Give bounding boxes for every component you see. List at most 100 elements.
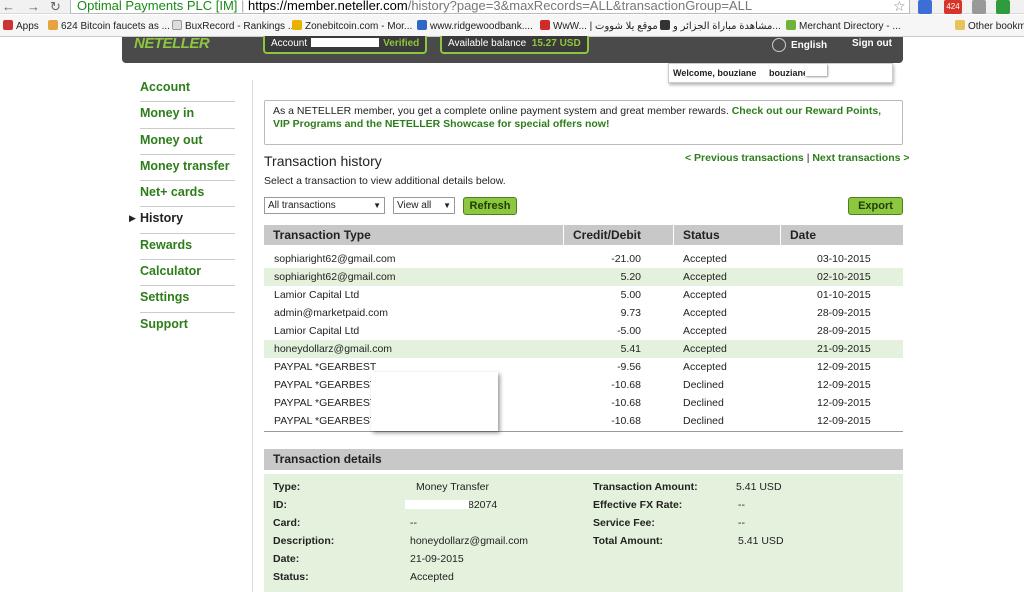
browser-toolbar: ← → ↻ Optimal Payments PLC [IM] | https:… xyxy=(0,0,1024,14)
next-transactions-link[interactable]: Next transactions > xyxy=(812,152,909,164)
account-label: Account xyxy=(271,38,308,49)
sidebar-item-money-in[interactable]: Money in xyxy=(140,102,235,129)
detail-total-value: 5.41 USD xyxy=(738,535,784,547)
detail-type-value: Money Transfer xyxy=(416,481,489,493)
bookmark-item[interactable]: Zonebitcoin.com - Mor... xyxy=(292,20,412,32)
refresh-button[interactable]: Refresh xyxy=(463,197,517,215)
bookmark-apps[interactable]: Apps xyxy=(3,20,39,32)
welcome-box: Welcome, bouziane bouzianei xyxy=(668,63,893,83)
detail-id-value: 82074 xyxy=(468,499,498,511)
cell-status: Accepted xyxy=(683,253,727,265)
table-row[interactable]: admin@marketpaid.com 9.73 Accepted 28-09-20… xyxy=(264,304,903,322)
cell-date: 21-09-2015 xyxy=(817,343,871,355)
column-credit-debit[interactable]: Credit/Debit xyxy=(564,225,674,245)
transaction-type-select[interactable]: All transactions ▼ xyxy=(264,197,385,214)
cell-date: 12-09-2015 xyxy=(817,361,871,373)
pager-separator: | xyxy=(806,152,810,164)
extension-icon-2[interactable] xyxy=(972,0,986,14)
table-row[interactable]: PAYPAL *GEARBEST -9.56 Accepted 12-09-2015 xyxy=(264,358,903,376)
detail-amount-value: 5.41 USD xyxy=(736,481,782,493)
sidebar-nav: Account Money in Money out Money transfe… xyxy=(129,76,235,339)
id-redacted xyxy=(405,500,469,509)
details-title: Transaction details xyxy=(264,449,903,470)
youtube-icon xyxy=(540,20,550,30)
table-row[interactable]: sophiaright62@gmail.com -21.00 Accepted 03-… xyxy=(264,250,903,268)
cell-date: 01-10-2015 xyxy=(817,289,871,301)
verified-badge: Verified xyxy=(383,38,420,49)
neteller-logo[interactable]: NETELLER xyxy=(134,35,210,52)
sidebar-item-settings[interactable]: Settings xyxy=(140,286,235,313)
cell-status: Accepted xyxy=(683,271,727,283)
globe-icon xyxy=(772,38,786,52)
other-bookmarks[interactable]: Other bookmarks xyxy=(955,20,1024,32)
detail-total-label: Total Amount: xyxy=(593,535,663,547)
table-row[interactable]: PAYPAL *GEARBEST -10.68 Declined 12-09-2015 xyxy=(264,394,903,412)
account-pill: Account Verified xyxy=(263,36,428,54)
extension-icon[interactable] xyxy=(918,0,932,14)
bookmark-item[interactable]: مشاهدة مباراة الجزائر و... xyxy=(660,20,781,32)
cell-status: Accepted xyxy=(683,325,727,337)
address-bar[interactable]: Optimal Payments PLC [IM] | https://memb… xyxy=(70,0,910,14)
export-button[interactable]: Export xyxy=(848,197,903,215)
detail-description-label: Description: xyxy=(273,535,335,547)
cell-status: Declined xyxy=(683,379,724,391)
cell-date: 28-09-2015 xyxy=(817,307,871,319)
cell-transaction-type: Lamior Capital Ltd xyxy=(274,325,360,337)
sidebar-item-account[interactable]: Account xyxy=(140,76,235,103)
active-arrow-icon: ▶ xyxy=(129,213,136,224)
bookmark-item[interactable]: BuxRecord - Rankings ... xyxy=(172,20,296,32)
apps-icon xyxy=(3,20,13,30)
sidebar-item-net-plus-cards[interactable]: Net+ cards xyxy=(140,181,235,208)
cell-credit-debit: 9.73 xyxy=(620,307,641,319)
language-selector[interactable]: English xyxy=(772,38,827,52)
cell-date: 12-09-2015 xyxy=(817,397,871,409)
table-row[interactable]: PAYPAL *GEARBEST -10.68 Declined 12-09-2015 xyxy=(264,376,903,394)
detail-fee-label: Service Fee: xyxy=(593,517,655,529)
previous-transactions-link[interactable]: < Previous transactions xyxy=(685,152,804,164)
bookmark-favicon-icon xyxy=(786,20,796,30)
table-bottom-border xyxy=(264,431,903,432)
table-row[interactable]: honeydollarz@gmail.com 5.41 Accepted 21-09-… xyxy=(264,340,903,358)
detail-status-label: Status: xyxy=(273,571,309,583)
cell-transaction-type: admin@marketpaid.com xyxy=(274,307,388,319)
sidebar-item-history[interactable]: ▶ History xyxy=(129,207,235,234)
sidebar-item-money-out[interactable]: Money out xyxy=(140,129,235,155)
bookmark-item[interactable]: WwW... | موقع يلا شووت xyxy=(540,20,658,32)
transaction-details-panel xyxy=(264,474,903,592)
bookmark-item[interactable]: Merchant Directory - ... xyxy=(786,20,901,32)
column-transaction-type[interactable]: Transaction Type xyxy=(264,225,564,245)
column-date[interactable]: Date xyxy=(781,225,903,245)
table-row[interactable]: Lamior Capital Ltd 5.00 Accepted 01-10-2015 xyxy=(264,286,903,304)
detail-amount-label: Transaction Amount: xyxy=(593,481,698,493)
bookmark-item[interactable]: 624 Bitcoin faucets as ... xyxy=(48,20,170,32)
table-row[interactable]: sophiaright62@gmail.com 5.20 Accepted 02-10… xyxy=(264,268,903,286)
sidebar-item-calculator[interactable]: Calculator xyxy=(140,260,235,287)
view-select[interactable]: View all ▼ xyxy=(393,197,455,214)
reload-icon[interactable]: ↻ xyxy=(50,0,61,15)
bookmark-favicon-icon xyxy=(292,20,302,30)
transaction-table-body: sophiaright62@gmail.com -21.00 Accepted 03-… xyxy=(264,250,903,430)
table-row[interactable]: PAYPAL *GEARBEST -10.68 Declined 12-09-2015 xyxy=(264,412,903,430)
back-icon[interactable]: ← xyxy=(2,0,15,14)
sidebar-item-support[interactable]: Support xyxy=(140,313,235,339)
extension-icon-3[interactable] xyxy=(996,0,1010,14)
bookmark-star-icon[interactable]: ☆ xyxy=(893,0,906,15)
sign-out-link[interactable]: Sign out xyxy=(852,38,892,49)
redacted-box xyxy=(805,64,827,76)
sidebar-item-rewards[interactable]: Rewards xyxy=(140,234,235,261)
extension-badge-icon[interactable]: 424 xyxy=(944,0,962,14)
forward-icon[interactable]: → xyxy=(27,0,40,14)
cell-credit-debit: -21.00 xyxy=(611,253,641,265)
cell-date: 12-09-2015 xyxy=(817,415,871,427)
detail-fx-label: Effective FX Rate: xyxy=(593,499,683,511)
bookmark-item[interactable]: www.ridgewoodbank.... xyxy=(417,20,533,32)
detail-date-label: Date: xyxy=(273,553,300,565)
column-status[interactable]: Status xyxy=(674,225,781,245)
cell-transaction-type: Lamior Capital Ltd xyxy=(274,289,360,301)
sidebar-item-money-transfer[interactable]: Money transfer xyxy=(140,155,235,182)
cell-transaction-type: PAYPAL *GEARBEST xyxy=(274,379,377,391)
cell-transaction-type: sophiaright62@gmail.com xyxy=(274,253,396,265)
table-header: Transaction Type Credit/Debit Status Dat… xyxy=(264,225,903,245)
cell-transaction-type: sophiaright62@gmail.com xyxy=(274,271,396,283)
table-row[interactable]: Lamior Capital Ltd -5.00 Accepted 28-09-201… xyxy=(264,322,903,340)
